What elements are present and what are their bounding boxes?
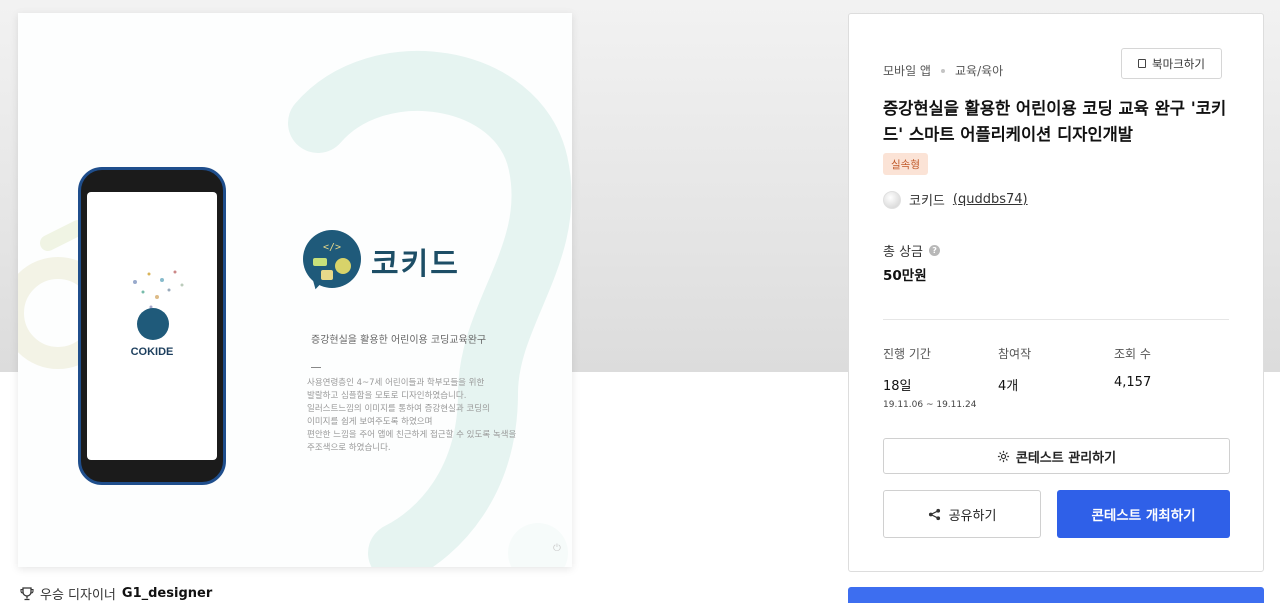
stat-entries-label: 참여작	[998, 347, 1032, 361]
stat-period: 진행 기간 18일 19.11.06 ~ 19.11.24	[883, 345, 976, 410]
stat-period-label: 진행 기간	[883, 347, 931, 361]
breadcrumb-separator	[940, 68, 945, 73]
stat-entries-value: 4개	[998, 379, 1019, 394]
winner-name[interactable]: G1_designer	[122, 586, 212, 601]
preview-line: 발랄하고 심플함을 모토로 디자인하였습니다.	[307, 391, 467, 401]
prize-value: 50만원	[883, 268, 927, 284]
share-icon	[928, 508, 940, 520]
prize-label-text: 총 상금	[883, 245, 924, 260]
brand-name: 코키드	[371, 247, 460, 282]
phone-mockup: COKIDE	[78, 167, 226, 485]
preview-line: 일러스트느낌의 이미지를 통하여 증강현실과 코딩의	[307, 404, 490, 414]
power-icon: ⏻	[553, 543, 561, 554]
preview-line: 이미지를 쉽게 보여주도록 하였으며	[307, 417, 433, 427]
preview-heading: 증강현실을 활용한 어린이용 코딩교육완구	[311, 335, 487, 346]
manage-contest-label: 콘테스트 관리하기	[1015, 450, 1117, 466]
contest-title: 증강현실을 활용한 어린이용 코딩 교육 완구 '코키드' 스마트 어플리케이션…	[883, 99, 1227, 144]
help-icon[interactable]: ?	[929, 245, 941, 256]
prize-label: 총 상금 ?	[883, 241, 941, 260]
preview-line: 주조색으로 하였습니다.	[307, 443, 391, 453]
brand-logo-glyphs: </>	[313, 242, 351, 280]
phone-logo-text: COKIDE	[130, 346, 174, 358]
stat-period-dates: 19.11.06 ~ 19.11.24	[883, 400, 977, 410]
host-username-link[interactable]: (quddbs74)	[953, 192, 1028, 207]
share-button[interactable]: 공유하기	[883, 490, 1041, 538]
preview-dash	[311, 367, 321, 368]
category-breadcrumb: 모바일 앱 교육/육아	[883, 62, 1003, 79]
preview-line: 편안한 느낌을 주어 앱에 친근하게 접근할 수 있도록 녹색을	[307, 430, 517, 440]
preview-line: 사용연령층인 4~7세 어린이들과 학부모들을 위한	[307, 378, 485, 388]
bookmark-label: 북마크하기	[1152, 56, 1205, 71]
preview-image[interactable]: COKIDE </> 코키드 증강현실을 활용한 어린이용 코딩교육완구 사용연…	[18, 13, 572, 567]
stat-views-value: 4,157	[1114, 375, 1152, 390]
stat-views: 조회 수 4,157	[1114, 345, 1151, 390]
bookmark-button[interactable]: 북마크하기	[1121, 48, 1222, 79]
divider	[883, 319, 1229, 320]
bottom-action-bar[interactable]	[848, 587, 1264, 603]
host-avatar	[883, 190, 901, 209]
stat-entries: 참여작 4개	[998, 345, 1031, 394]
plan-badge: 실속형	[883, 153, 928, 175]
preview-description: 사용연령층인 4~7세 어린이들과 학부모들을 위한 발랄하고 심플함을 모토로…	[307, 377, 557, 455]
winner-info: 우승 디자이너 G1_designer	[20, 584, 212, 603]
host-name: 코키드	[909, 194, 945, 209]
manage-contest-button[interactable]: 콘테스트 관리하기	[883, 438, 1230, 474]
trophy-icon	[20, 586, 34, 600]
winner-label: 우승 디자이너	[40, 588, 116, 603]
stat-period-value: 18일	[883, 379, 912, 394]
stat-views-label: 조회 수	[1114, 347, 1151, 361]
phone-logo-icon	[137, 308, 169, 340]
svg-text:</>: </>	[323, 242, 341, 253]
gear-icon	[997, 450, 1009, 462]
category-link[interactable]: 모바일 앱	[883, 62, 931, 79]
host-contest-button[interactable]: 콘테스트 개최하기	[1057, 490, 1230, 538]
phone-screen: COKIDE	[87, 192, 217, 460]
host-info[interactable]: 코키드 (quddbs74)	[883, 190, 1028, 209]
contest-info-panel: 모바일 앱 교육/육아 북마크하기 증강현실을 활용한 어린이용 코딩 교육 완…	[848, 13, 1264, 572]
bookmark-icon	[1138, 59, 1147, 68]
subcategory-link[interactable]: 교육/육아	[955, 62, 1003, 79]
share-label: 공유하기	[948, 508, 997, 524]
